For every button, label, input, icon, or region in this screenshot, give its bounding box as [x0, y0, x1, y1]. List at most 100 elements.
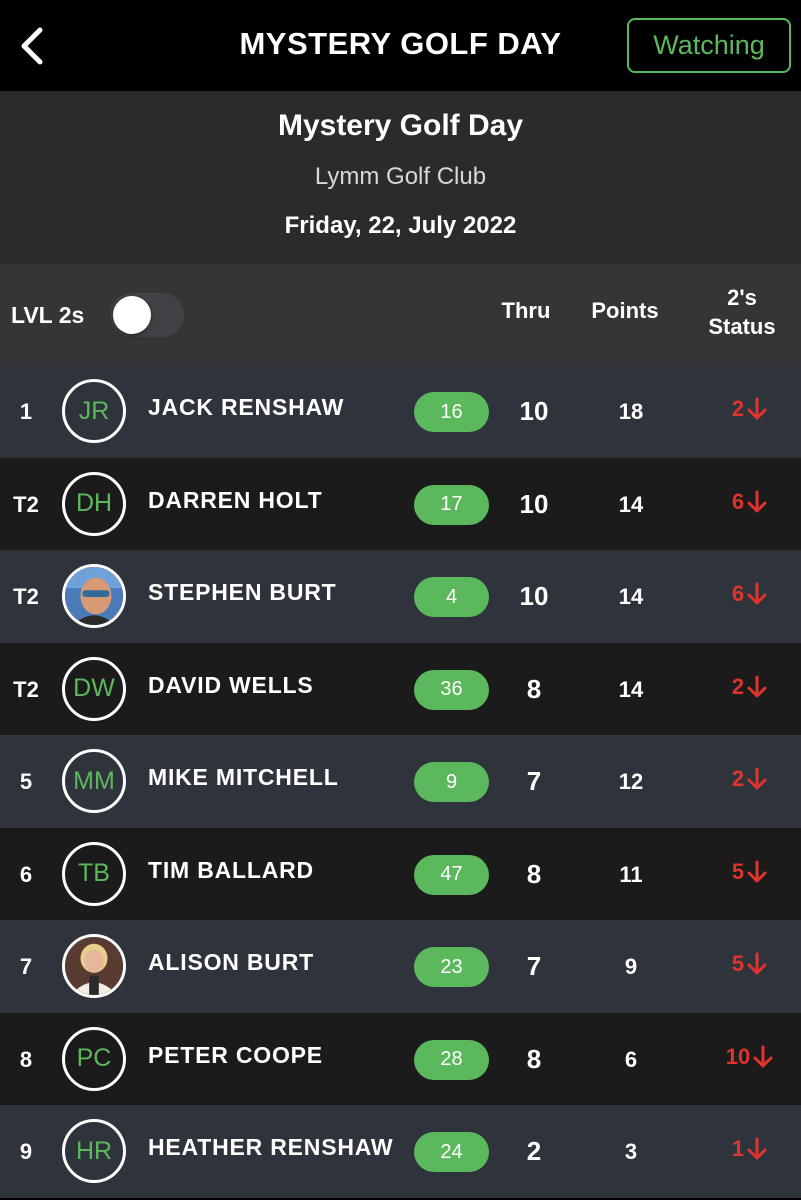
profile-photo-icon: [65, 937, 123, 995]
twos-status: 10: [700, 1044, 800, 1070]
lvl-2s-label: LVL 2s: [11, 302, 85, 328]
event-name: Mystery Golf Day: [277, 109, 524, 142]
points-value: 14: [618, 676, 644, 702]
handicap-badge: 17: [414, 484, 489, 525]
points-value: 12: [618, 769, 644, 794]
player-name: HEATHER RENSHAW: [148, 1134, 394, 1160]
thru-value: 8: [526, 673, 542, 704]
thru-value: 2: [526, 1136, 542, 1166]
leaderboard-column-header: LVL 2s Thru Points 2's Status: [0, 264, 801, 365]
twos-status-value: 2: [731, 396, 745, 421]
leaderboard-row[interactable]: 6 TB TIM BALLARD 47 8 11 5: [0, 827, 801, 920]
leaderboard-row[interactable]: 9 HR HEATHER RENSHAW 24 2 3 1: [0, 1105, 801, 1198]
column-header-twos-status: 2's Status: [694, 283, 790, 341]
position: 9: [19, 1139, 33, 1164]
arrow-down-icon: [747, 490, 767, 512]
thru-value: 8: [526, 858, 542, 889]
twos-status: 2: [700, 674, 800, 700]
thru-value: 10: [519, 488, 549, 519]
position: T2: [13, 584, 39, 609]
leaderboard-row[interactable]: 7 ALISON BURT 23 7 9 5: [0, 920, 801, 1013]
column-header-twos-status-line2: Status: [708, 314, 776, 339]
points-value: 9: [624, 954, 638, 979]
arrow-down-icon: [747, 767, 767, 790]
column-header-thru: Thru: [501, 298, 551, 323]
twos-status: 6: [700, 489, 800, 515]
position: 1: [19, 399, 33, 424]
twos-status-value: 2: [731, 766, 745, 791]
twos-status-value: 2: [731, 673, 745, 699]
leaderboard-row[interactable]: 5 MM MIKE MITCHELL 9 7 12 2: [0, 735, 801, 828]
handicap-badge: 4: [414, 577, 489, 617]
avatar-initials: HR: [62, 1119, 126, 1183]
player-name: MIKE MITCHELL: [148, 764, 339, 790]
twos-status-value: 1: [731, 1136, 745, 1161]
points-value: 14: [618, 584, 644, 609]
points-value: 14: [618, 491, 644, 517]
position: 8: [19, 1046, 33, 1072]
player-name: DAVID WELLS: [148, 671, 314, 698]
points-value: 6: [624, 1046, 638, 1072]
leaderboard-row[interactable]: 8 PC PETER COOPE 28 8 6 10: [0, 1012, 801, 1105]
handicap-badge: 23: [414, 947, 489, 987]
avatar-initials: JR: [62, 379, 126, 443]
arrow-down-icon: [747, 860, 767, 882]
event-venue: Lymm Golf Club: [314, 163, 487, 190]
handicap-badge: 24: [414, 1132, 489, 1172]
points-value: 3: [624, 1139, 638, 1164]
handicap-badge: 36: [414, 669, 489, 710]
lvl-2s-toggle[interactable]: [110, 293, 184, 337]
arrow-down-icon: [747, 582, 767, 605]
thru-value: 7: [526, 951, 542, 981]
leaderboard-row[interactable]: T2 DW DAVID WELLS 36 8 14 2: [0, 642, 801, 735]
leaderboard-list: 1 JR JACK RENSHAW 16 10 18 2 T2 DH DARRE…: [0, 365, 801, 1198]
avatar-initials: MM: [62, 749, 126, 813]
twos-status-value: 10: [725, 1043, 751, 1069]
toggle-knob: [113, 296, 151, 334]
points-value: 18: [618, 399, 644, 424]
twos-status: 2: [700, 766, 800, 792]
top-nav-bar: MYSTERY GOLF DAY Watching: [0, 0, 801, 91]
arrow-down-icon: [753, 1045, 773, 1067]
twos-status: 6: [700, 581, 800, 607]
twos-status: 5: [700, 951, 800, 977]
player-name: ALISON BURT: [148, 949, 314, 975]
column-header-twos-status-line1: 2's: [727, 285, 757, 310]
thru-value: 7: [526, 766, 542, 796]
twos-status-value: 6: [731, 581, 745, 606]
event-header: Mystery Golf Day Lymm Golf Club Friday, …: [0, 91, 801, 264]
position: 6: [19, 861, 33, 887]
avatar-initials: TB: [62, 841, 126, 906]
avatar-initials: PC: [62, 1026, 126, 1091]
position: 5: [19, 769, 33, 794]
leaderboard-row[interactable]: 1 JR JACK RENSHAW 16 10 18 2: [0, 365, 801, 458]
twos-status: 5: [700, 859, 800, 885]
arrow-down-icon: [747, 952, 767, 975]
player-name: PETER COOPE: [148, 1041, 323, 1068]
handicap-badge: 16: [414, 392, 489, 432]
position: T2: [13, 676, 39, 702]
leaderboard-row[interactable]: T2 STEPHEN BURT 4 10 14 6: [0, 550, 801, 643]
profile-photo-icon: [65, 567, 123, 625]
player-name: STEPHEN BURT: [148, 579, 337, 605]
arrow-down-icon: [747, 1137, 767, 1160]
position: T2: [13, 491, 39, 517]
twos-status: 2: [700, 396, 800, 422]
position: 7: [19, 954, 33, 979]
watching-button[interactable]: Watching: [627, 18, 791, 73]
handicap-badge: 9: [414, 762, 489, 802]
avatar-photo: [62, 934, 126, 998]
avatar-photo: [62, 564, 126, 628]
arrow-down-icon: [747, 397, 767, 420]
twos-status-value: 5: [731, 951, 745, 976]
chevron-left-icon: [21, 27, 43, 65]
leaderboard-row[interactable]: T2 DH DARREN HOLT 17 10 14 6: [0, 457, 801, 550]
twos-status-value: 5: [731, 858, 745, 884]
back-button[interactable]: [14, 24, 50, 68]
handicap-badge: 28: [414, 1039, 489, 1080]
thru-value: 10: [519, 581, 549, 611]
arrow-down-icon: [747, 675, 767, 697]
thru-value: 10: [519, 396, 549, 426]
handicap-badge: 47: [414, 854, 489, 895]
player-name: JACK RENSHAW: [148, 394, 345, 420]
